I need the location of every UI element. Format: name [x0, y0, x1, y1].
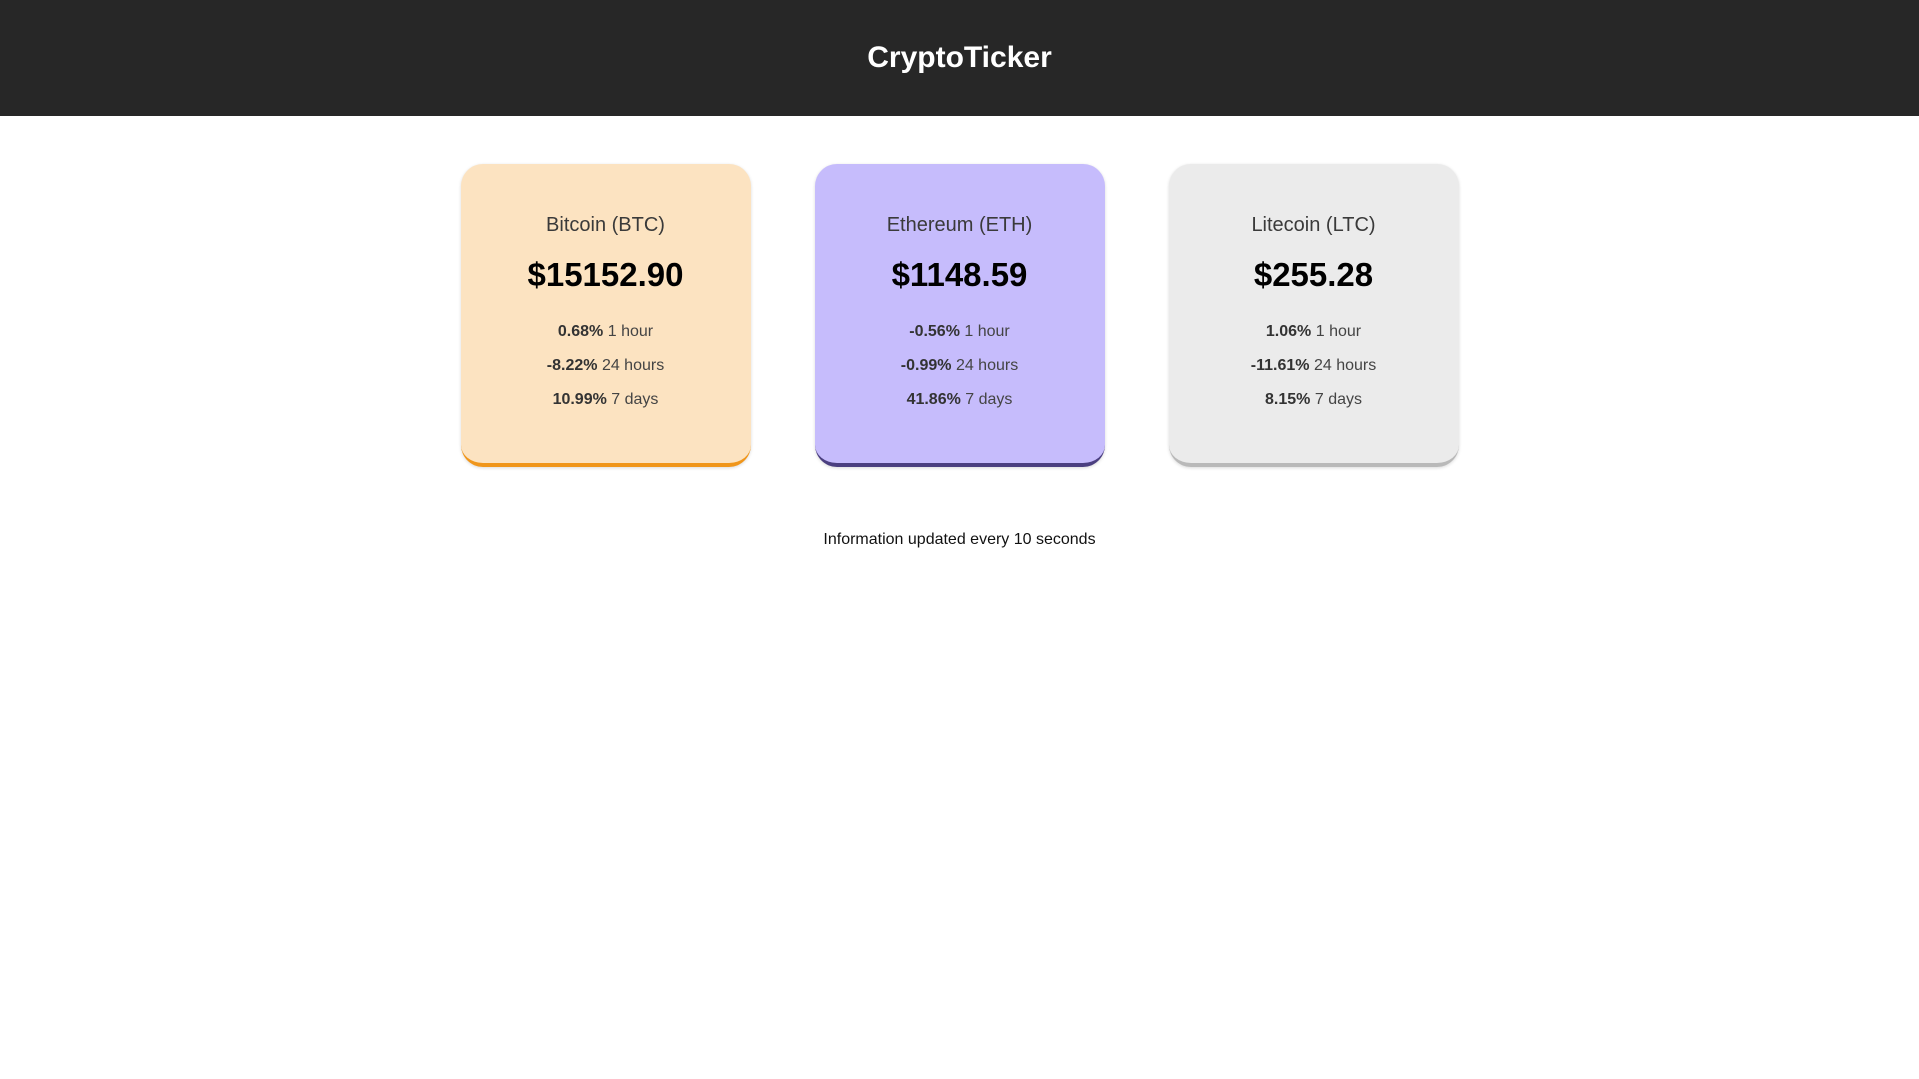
change-value: 0.68% [557, 323, 604, 340]
change-period: 1 hour [1315, 323, 1362, 340]
change-7d: 41.86% 7 days [815, 383, 1105, 417]
change-24h: -11.61% 24 hours [1169, 349, 1459, 383]
change-period: 24 hours [955, 357, 1019, 374]
change-value: 10.99% [552, 391, 607, 408]
change-1h: 1.06% 1 hour [1169, 315, 1459, 349]
coin-price: $1148.59 [891, 256, 1028, 293]
change-value: -0.99% [900, 357, 952, 374]
coin-price: $255.28 [1253, 256, 1374, 293]
change-period: 7 days [1314, 391, 1362, 408]
change-period: 7 days [965, 391, 1013, 408]
app-title: CryptoTicker [867, 41, 1052, 74]
update-info: Information updated every 10 seconds [823, 531, 1096, 548]
coin-price: $15152.90 [527, 256, 684, 293]
coin-name: Bitcoin (BTC) [546, 214, 665, 236]
change-period: 7 days [611, 391, 659, 408]
coin-card-eth: Ethereum (ETH) $1148.59 -0.56% 1 hour -0… [814, 164, 1105, 467]
change-period: 1 hour [607, 323, 654, 340]
change-period: 24 hours [601, 357, 665, 374]
change-value: -11.61% [1250, 357, 1310, 374]
change-7d: 8.15% 7 days [1169, 383, 1459, 417]
coin-card-btc: Bitcoin (BTC) $15152.90 0.68% 1 hour -8.… [460, 164, 751, 467]
change-period: 24 hours [1313, 357, 1377, 374]
change-7d: 10.99% 7 days [461, 383, 751, 417]
change-value: 1.06% [1265, 323, 1312, 340]
change-value: -0.56% [909, 323, 960, 340]
coin-name: Ethereum (ETH) [886, 214, 1033, 236]
change-value: -8.22% [546, 357, 598, 374]
change-1h: -0.56% 1 hour [815, 315, 1105, 349]
change-value: 8.15% [1265, 391, 1311, 408]
change-24h: -0.99% 24 hours [815, 349, 1105, 383]
change-24h: -8.22% 24 hours [461, 349, 751, 383]
coin-name: Litecoin (LTC) [1251, 214, 1376, 236]
change-1h: 0.68% 1 hour [461, 315, 751, 349]
app-header: CryptoTicker [0, 0, 1919, 116]
ticker-cards: Bitcoin (BTC) $15152.90 0.68% 1 hour -8.… [0, 164, 1919, 467]
coin-card-ltc: Litecoin (LTC) $255.28 1.06% 1 hour -11.… [1168, 164, 1459, 467]
change-period: 1 hour [964, 323, 1010, 340]
change-value: 41.86% [906, 391, 961, 408]
